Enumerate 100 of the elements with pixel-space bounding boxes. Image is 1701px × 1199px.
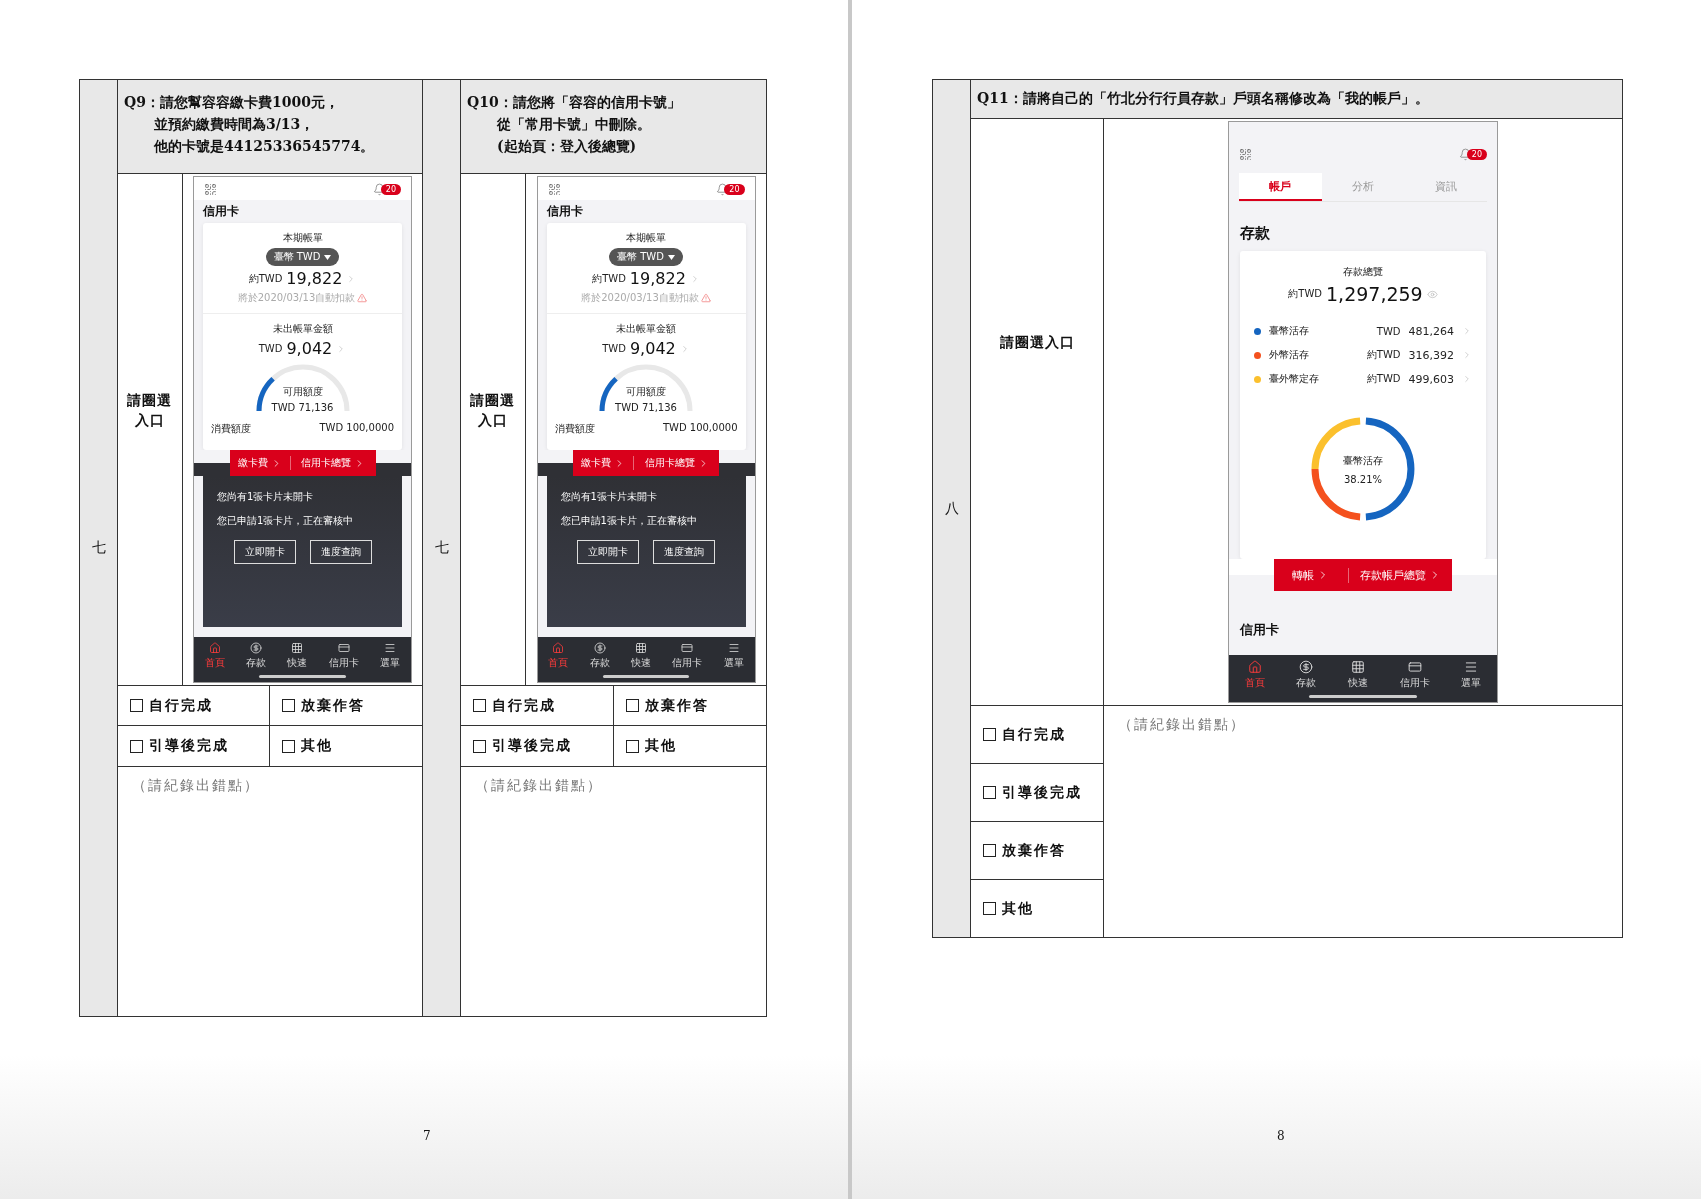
notes-hint: （請紀錄出錯點）	[1118, 716, 1246, 732]
account-amount: 481,264	[1408, 324, 1454, 338]
checkbox[interactable]	[983, 786, 996, 799]
checkbox[interactable]	[983, 902, 996, 915]
action-link[interactable]: 繳卡費	[573, 456, 635, 470]
caret-icon	[324, 254, 332, 260]
qr-code-icon[interactable]	[547, 183, 561, 196]
tab[interactable]: 帳戶	[1239, 173, 1322, 201]
home-icon	[208, 642, 221, 654]
nav-item[interactable]: 信用卡	[328, 642, 359, 670]
home-icon	[552, 642, 565, 654]
limit-value: TWD 100,0000	[319, 422, 394, 435]
checkbox-option[interactable]: 其他	[625, 737, 677, 755]
checkbox[interactable]	[983, 728, 996, 741]
checkbox[interactable]	[130, 739, 143, 753]
currency-prefix: 約TWD	[1366, 372, 1401, 386]
limit-label: 消費額度	[211, 422, 251, 436]
summary-label: 存款總覽	[1343, 265, 1383, 279]
due-note: 將於2020/03/13自動扣款	[237, 291, 356, 305]
checkbox-option[interactable]: 自行完成	[473, 696, 556, 715]
nav-item[interactable]: 選單	[1461, 660, 1482, 690]
nav-item[interactable]: 存款	[246, 642, 267, 670]
action-link[interactable]: 信用卡總覽	[634, 456, 719, 470]
notice-text: 您已申請1張卡片，正在審核中	[560, 514, 698, 528]
action-link[interactable]: 信用卡總覽	[290, 456, 376, 470]
chevron-right-icon	[1462, 374, 1472, 384]
page-number: 7	[423, 1129, 431, 1143]
panel-button[interactable]: 進度查詢	[653, 540, 715, 564]
nav-item[interactable]: 信用卡	[672, 642, 703, 670]
account-amount: 499,603	[1408, 372, 1454, 386]
checkbox-option[interactable]: 引導後完成	[473, 737, 572, 755]
question-text: Q10：請您將「容容的信用卡號」	[467, 93, 682, 112]
nav-item[interactable]: 首頁	[204, 642, 225, 670]
nav-item[interactable]: 選單	[723, 642, 744, 670]
checkbox-option[interactable]: 放棄作答	[625, 696, 709, 715]
checkbox-option[interactable]: 自行完成	[130, 696, 213, 715]
unbilled-amount: 9,042	[629, 339, 676, 358]
coin-icon	[593, 642, 606, 654]
nav-item[interactable]: 存款	[1296, 660, 1317, 690]
coin-icon	[1299, 660, 1314, 674]
nav-item[interactable]: 快速	[630, 642, 651, 670]
currency-prefix: 約TWD	[1366, 348, 1401, 362]
checkbox[interactable]	[983, 844, 996, 857]
qr-code-icon[interactable]	[204, 183, 217, 196]
home-icon	[1247, 660, 1262, 674]
currency-selector[interactable]: 臺幣 TWD	[609, 248, 683, 266]
checkbox[interactable]	[473, 699, 486, 712]
currency-selector[interactable]: 臺幣 TWD	[265, 248, 340, 266]
unbilled-label: 未出帳單金額	[616, 322, 676, 336]
notice-text: 您已申請1張卡片，正在審核中	[217, 514, 355, 528]
checkbox-option[interactable]: 引導後完成	[983, 783, 1082, 802]
checkbox-option[interactable]: 其他	[983, 899, 1034, 918]
notes-hint: （請紀錄出錯點）	[475, 777, 603, 793]
qr-code-icon[interactable]	[1239, 148, 1252, 161]
entry-label: 請圈選入口	[469, 390, 517, 430]
nav-item[interactable]: 快速	[1348, 660, 1368, 690]
menu-icon	[384, 642, 397, 654]
screen-title: 信用卡	[201, 203, 240, 220]
action-link[interactable]: 轉帳	[1274, 567, 1349, 583]
panel-button[interactable]: 進度查詢	[309, 540, 372, 564]
checkbox[interactable]	[473, 739, 486, 753]
nav-item[interactable]: 選單	[380, 642, 401, 670]
account-amount: 316,392	[1408, 348, 1454, 362]
checkbox-option[interactable]: 引導後完成	[130, 737, 229, 755]
grid-icon	[291, 642, 304, 654]
donut-value: 38.21%	[1343, 473, 1383, 485]
panel-button[interactable]: 立即開卡	[577, 540, 639, 564]
nav-item[interactable]: 首頁	[1244, 660, 1265, 690]
row-label: 七	[434, 539, 449, 557]
nav-item[interactable]: 信用卡	[1399, 660, 1430, 690]
card-icon	[681, 642, 694, 654]
question-text: Q11：請將自己的「竹北分行行員存款」戶頭名稱修改為「我的帳戶」。	[977, 89, 1430, 108]
nav-item[interactable]: 存款	[589, 642, 610, 670]
currency-prefix: TWD	[602, 343, 626, 354]
currency-prefix: TWD	[1376, 325, 1401, 337]
nav-item[interactable]: 快速	[287, 642, 308, 670]
checkbox-option[interactable]: 放棄作答	[282, 696, 365, 715]
action-link[interactable]: 繳卡費	[229, 456, 291, 470]
donut-label: 臺幣活存	[1343, 453, 1383, 468]
panel-button[interactable]: 立即開卡	[233, 540, 296, 564]
checkbox-option[interactable]: 其他	[282, 737, 333, 755]
coin-icon	[250, 642, 263, 654]
checkbox[interactable]	[625, 739, 639, 753]
checkbox[interactable]	[282, 739, 295, 753]
chevron-right-icon	[1462, 326, 1472, 336]
screen-title: 存款	[1239, 223, 1271, 244]
checkbox[interactable]	[130, 699, 143, 712]
row-label: 八	[944, 499, 959, 518]
question-text: (起始頁：登入後總覽)	[496, 137, 638, 156]
gauge-label: 可用額度	[626, 385, 666, 399]
menu-icon	[1464, 660, 1479, 674]
checkbox[interactable]	[625, 699, 639, 712]
checkbox-option[interactable]: 放棄作答	[983, 841, 1066, 860]
notes-hint: （請紀錄出錯點）	[132, 777, 260, 793]
question-text: 並預約繳費時間為3/13，	[153, 115, 316, 134]
checkbox[interactable]	[282, 699, 295, 712]
action-link[interactable]: 存款帳戶總覽	[1348, 567, 1452, 583]
checkbox-option[interactable]: 自行完成	[983, 725, 1066, 744]
warning-icon	[700, 293, 711, 303]
nav-item[interactable]: 首頁	[548, 642, 569, 670]
